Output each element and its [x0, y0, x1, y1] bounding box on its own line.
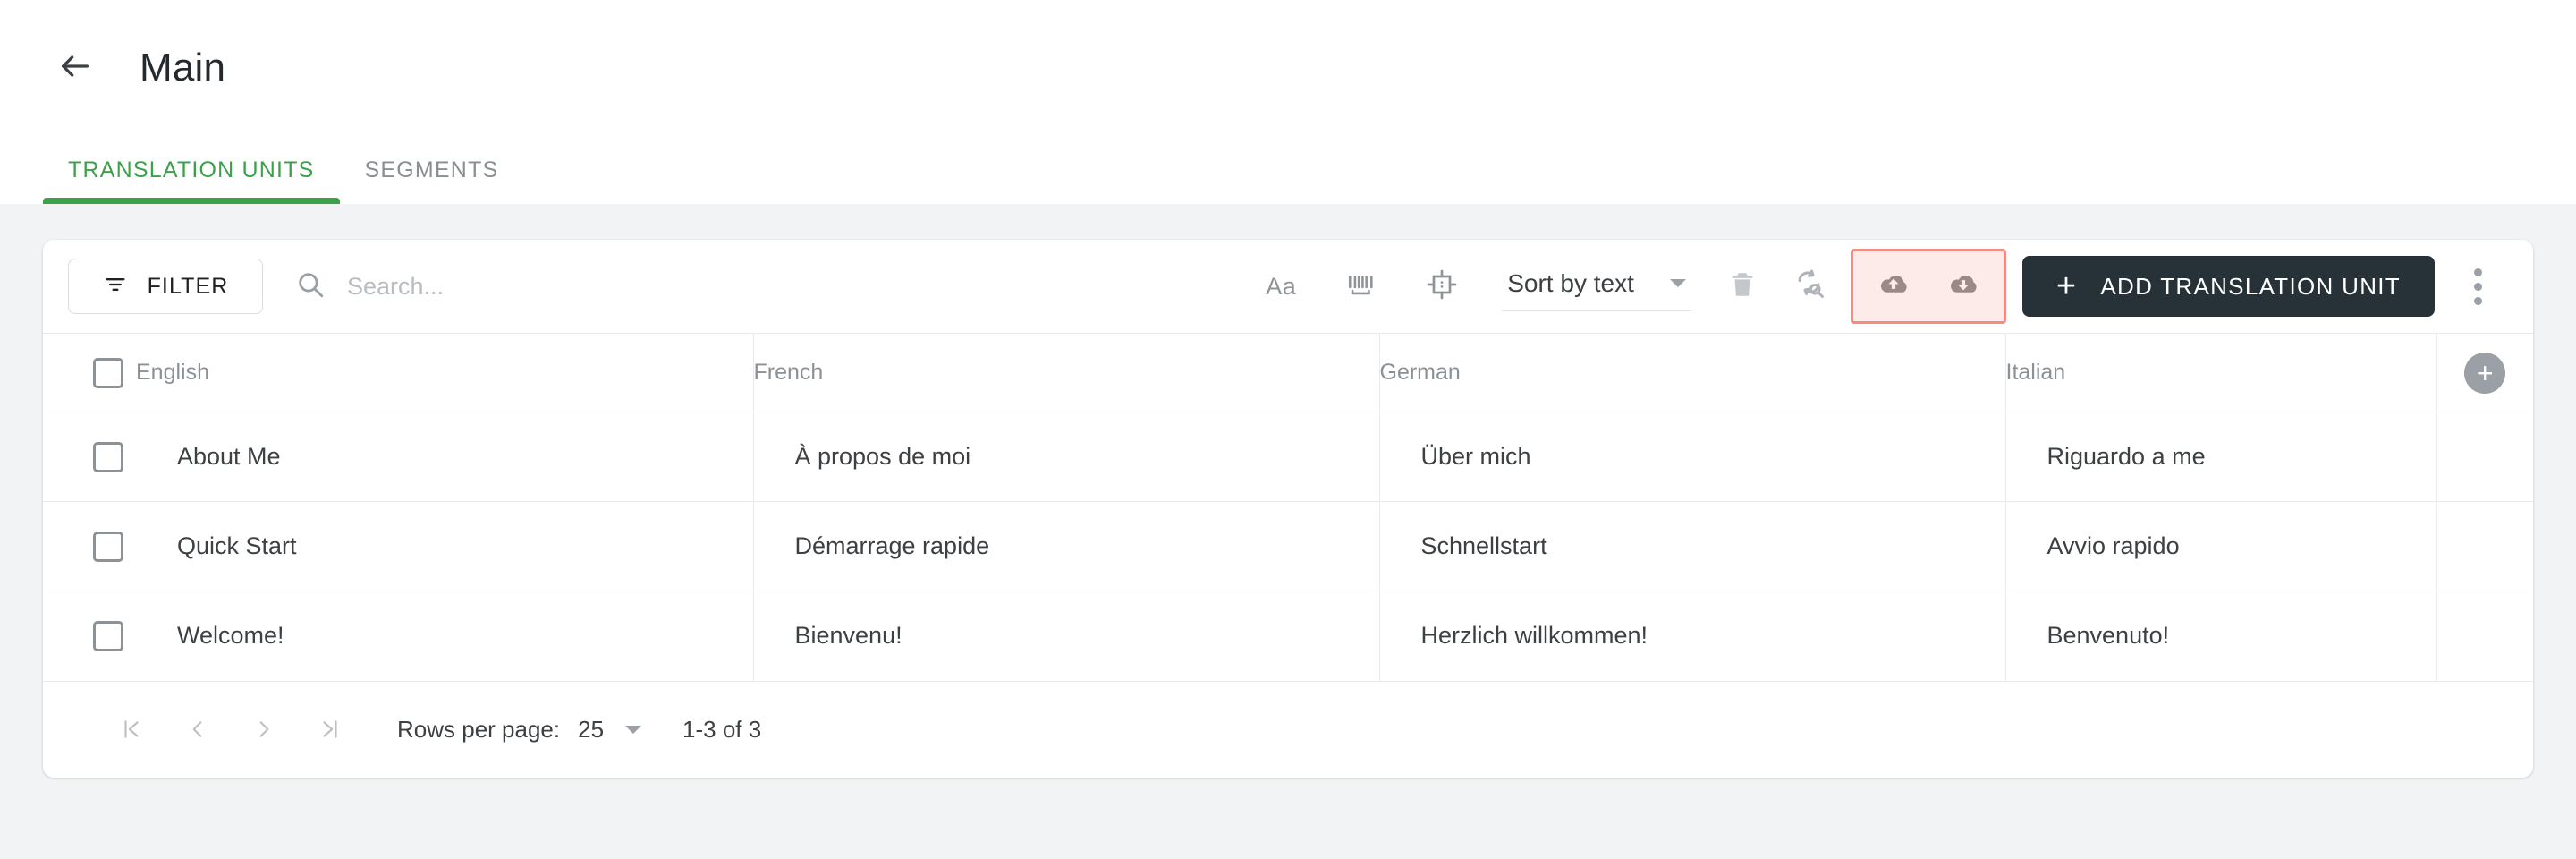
add-translation-unit-button[interactable]: + ADD TRANSLATION UNIT: [2021, 256, 2435, 317]
row-select-cell: [43, 501, 136, 591]
first-page-button[interactable]: [98, 696, 165, 762]
add-translation-unit-label: ADD TRANSLATION UNIT: [2100, 272, 2401, 300]
match-case-label: Aa: [1266, 272, 1297, 300]
row-end-cell: [2436, 591, 2533, 681]
tab-translation-units[interactable]: TRANSLATION UNITS: [43, 136, 340, 204]
tab-segments-label: SEGMENTS: [364, 157, 499, 183]
cell-english[interactable]: About Me: [136, 412, 753, 502]
table-row[interactable]: Quick Start Démarrage rapide Schnellstar…: [43, 501, 2533, 591]
row-end-cell: [2436, 501, 2533, 591]
delete-button[interactable]: [1715, 259, 1770, 314]
search-area: [295, 269, 1253, 304]
cell-italian[interactable]: Avvio rapido: [2004, 501, 2436, 591]
tab-segments[interactable]: SEGMENTS: [340, 136, 524, 204]
table-row[interactable]: Welcome! Bienvenu! Herzlich willkommen! …: [43, 591, 2533, 681]
search-input[interactable]: [347, 272, 812, 301]
plus-icon: +: [2055, 268, 2078, 305]
column-header-french[interactable]: French: [752, 333, 1379, 412]
select-all-cell: [43, 333, 136, 412]
app-header: Main: [0, 0, 2576, 136]
translation-units-card: FILTER Aa: [43, 240, 2533, 778]
table-toolbar: FILTER Aa: [43, 240, 2533, 333]
chevron-down-icon: [1669, 279, 1686, 287]
last-page-button[interactable]: [297, 696, 363, 762]
table-header-row: English French German Italian +: [43, 333, 2533, 412]
row-select-cell: [43, 412, 136, 502]
cell-italian[interactable]: Benvenuto!: [2004, 591, 2436, 681]
page-body: FILTER Aa: [0, 204, 2576, 859]
filter-button[interactable]: FILTER: [68, 259, 263, 314]
kebab-dot: [2473, 268, 2482, 276]
kebab-dot: [2473, 282, 2482, 291]
search-option-icons: Aa: [1253, 259, 1470, 314]
cell-french[interactable]: À propos de moi: [752, 412, 1379, 502]
arrow-left-icon: [57, 48, 93, 89]
column-header-german[interactable]: German: [1378, 333, 2005, 412]
tab-translation-units-label: TRANSLATION UNITS: [68, 157, 315, 183]
filter-icon: [103, 272, 128, 302]
cloud-upload-icon: [1875, 266, 1912, 308]
regex-selection-button[interactable]: [1414, 259, 1470, 314]
add-column-cell: +: [2436, 333, 2533, 412]
cell-english[interactable]: Welcome!: [136, 591, 753, 681]
filter-button-label: FILTER: [147, 273, 229, 299]
selection-crop-icon: [1426, 268, 1458, 305]
column-header-italian[interactable]: Italian: [2004, 333, 2436, 412]
select-all-checkbox[interactable]: [93, 357, 123, 388]
row-checkbox[interactable]: [93, 620, 123, 651]
cell-german[interactable]: Schnellstart: [1378, 501, 2005, 591]
page-title: Main: [140, 46, 226, 89]
rows-per-page-value[interactable]: 25: [578, 716, 604, 744]
sort-by-value: Sort by text: [1507, 268, 1634, 297]
next-page-button[interactable]: [231, 696, 297, 762]
sort-by-select[interactable]: Sort by text: [1502, 262, 1691, 311]
rows-per-page-chevron-down-icon[interactable]: [625, 725, 642, 734]
column-header-english[interactable]: English: [136, 333, 753, 412]
table-row[interactable]: About Me À propos de moi Über mich Rigua…: [43, 412, 2533, 502]
previous-page-button[interactable]: [165, 696, 231, 762]
cell-italian[interactable]: Riguardo a me: [2004, 412, 2436, 502]
export-button[interactable]: [1936, 259, 1991, 314]
pagination-range-label: 1-3 of 3: [682, 715, 762, 743]
paginator: Rows per page: 25 1-3 of 3: [43, 680, 2533, 778]
action-icons: [1715, 259, 1838, 314]
import-export-highlight: [1850, 249, 2006, 324]
kebab-dot: [2473, 296, 2482, 305]
trash-icon: [1727, 269, 1758, 304]
more-options-button[interactable]: [2451, 259, 2504, 313]
cell-french[interactable]: Bienvenu!: [752, 591, 1379, 681]
find-replace-button[interactable]: [1783, 259, 1838, 314]
row-end-cell: [2436, 412, 2533, 502]
rows-per-page-label: Rows per page:: [397, 715, 561, 743]
match-case-button[interactable]: Aa: [1253, 259, 1309, 314]
translation-units-table: English French German Italian + About Me…: [43, 333, 2533, 681]
row-checkbox[interactable]: [93, 531, 123, 562]
tab-bar: TRANSLATION UNITS SEGMENTS: [0, 136, 2576, 204]
cell-french[interactable]: Démarrage rapide: [752, 501, 1379, 591]
import-button[interactable]: [1866, 259, 1921, 314]
cloud-download-icon: [1945, 266, 1982, 308]
cell-english[interactable]: Quick Start: [136, 501, 753, 591]
whole-word-button[interactable]: [1334, 259, 1389, 314]
find-replace-icon: [1794, 268, 1826, 305]
back-button[interactable]: [50, 43, 100, 93]
row-checkbox[interactable]: [93, 441, 123, 472]
cell-german[interactable]: Über mich: [1378, 412, 2005, 502]
add-column-button[interactable]: +: [2464, 352, 2506, 394]
cell-german[interactable]: Herzlich willkommen!: [1378, 591, 2005, 681]
search-icon[interactable]: [295, 269, 326, 304]
row-select-cell: [43, 591, 136, 681]
whole-word-icon: [1346, 269, 1377, 304]
